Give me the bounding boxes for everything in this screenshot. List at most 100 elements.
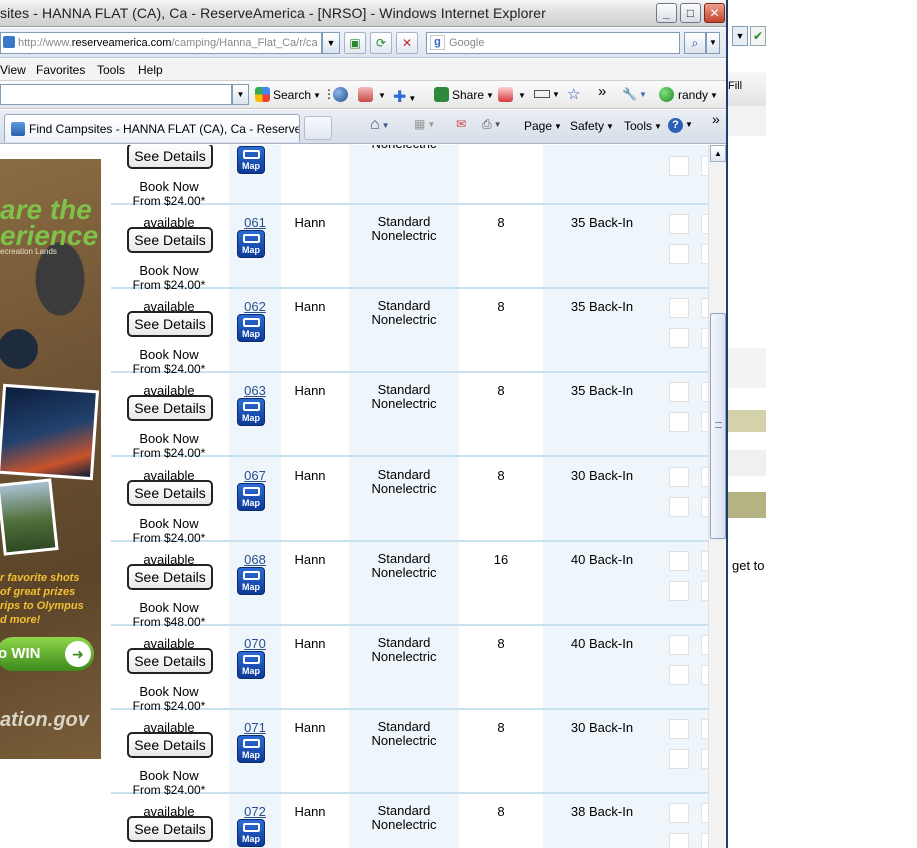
title-bar[interactable]: sites - HANNA FLAT (CA), Ca - ReserveAme… xyxy=(0,0,726,27)
see-details-button[interactable]: See Details xyxy=(127,648,213,674)
safety-menu[interactable]: Safety ▼ xyxy=(570,119,614,133)
site-number-link[interactable]: 071 xyxy=(229,720,281,735)
select-checkbox[interactable] xyxy=(669,328,689,348)
select-checkbox[interactable] xyxy=(669,719,689,739)
see-details-button[interactable]: See Details xyxy=(127,564,213,590)
select-checkbox-2[interactable] xyxy=(701,467,708,487)
select-checkbox[interactable] xyxy=(669,749,689,769)
menu-view[interactable]: View xyxy=(0,63,26,77)
select-checkbox-2[interactable] xyxy=(701,214,708,234)
select-checkbox-2[interactable] xyxy=(701,803,708,823)
map-button[interactable]: Map xyxy=(237,819,265,847)
map-button[interactable]: Map xyxy=(237,567,265,595)
compatibility-icon[interactable]: ▣ xyxy=(344,32,366,54)
see-details-button[interactable]: See Details xyxy=(127,395,213,421)
see-details-button[interactable]: See Details xyxy=(127,816,213,842)
search-dropdown-icon[interactable]: ▼ xyxy=(706,32,720,54)
select-checkbox[interactable] xyxy=(669,803,689,823)
book-now[interactable]: Book Now From $48.00* xyxy=(121,601,217,630)
feeds-icon[interactable]: ▦ ▼ xyxy=(414,117,435,131)
book-now[interactable]: Book Now From $24.00* xyxy=(121,432,217,461)
map-button[interactable]: Map xyxy=(237,651,265,679)
map-button[interactable]: Map xyxy=(237,314,265,342)
maximize-button[interactable]: □ xyxy=(680,3,701,23)
book-now[interactable]: Book Now From $24.00* xyxy=(121,685,217,714)
select-checkbox[interactable] xyxy=(669,581,689,601)
close-button[interactable]: ✕ xyxy=(704,3,725,23)
book-now[interactable]: Book Now From $24.00* xyxy=(121,517,217,546)
select-checkbox[interactable] xyxy=(669,551,689,571)
toolbar-search-button[interactable]: Search ▼ xyxy=(255,87,321,102)
stop-icon[interactable]: ✕ xyxy=(396,32,418,54)
select-checkbox-2[interactable] xyxy=(701,665,708,685)
select-checkbox-2[interactable] xyxy=(701,581,708,601)
site-number-link[interactable]: 061 xyxy=(229,215,281,230)
select-checkbox[interactable] xyxy=(669,298,689,318)
select-checkbox[interactable] xyxy=(669,635,689,655)
select-checkbox-2[interactable] xyxy=(701,749,708,769)
star-icon[interactable]: ☆ xyxy=(567,85,580,103)
map-button[interactable]: Map xyxy=(237,398,265,426)
book-now[interactable]: Book Now From $24.00* xyxy=(121,769,217,798)
select-checkbox[interactable] xyxy=(669,497,689,517)
wrench-icon[interactable]: 🔧 ▼ xyxy=(622,87,647,101)
select-checkbox-2[interactable] xyxy=(701,551,708,571)
toolbar-search-combo[interactable] xyxy=(0,84,232,105)
menu-favorites[interactable]: Favorites xyxy=(36,63,85,77)
address-dropdown-icon[interactable]: ▼ xyxy=(322,32,340,54)
toolbar-combo-dropdown-icon[interactable]: ▼ xyxy=(232,84,249,105)
refresh-icon[interactable]: ⟳ xyxy=(370,32,392,54)
search-go-icon[interactable]: ⌕ xyxy=(684,32,706,54)
site-number-link[interactable]: 067 xyxy=(229,468,281,483)
menu-help[interactable]: Help xyxy=(138,63,163,77)
read-mail-icon[interactable]: ✉ xyxy=(456,117,466,131)
select-checkbox[interactable] xyxy=(669,412,689,432)
toolbar-user-button[interactable]: randy ▼ xyxy=(659,87,718,102)
ad-win-button[interactable]: o WIN ➜ xyxy=(0,637,94,671)
select-checkbox-2[interactable] xyxy=(701,298,708,318)
home-icon[interactable]: ⌂ ▼ xyxy=(370,116,390,134)
popup-blocker-icon[interactable]: ▼ xyxy=(498,87,526,102)
map-button[interactable]: Map xyxy=(237,230,265,258)
tab-find-campsites[interactable]: Find Campsites - HANNA FLAT (CA), Ca - R… xyxy=(4,114,300,142)
map-button[interactable]: Map xyxy=(237,146,265,174)
select-checkbox-2[interactable] xyxy=(701,635,708,655)
see-details-button[interactable]: See Details xyxy=(127,311,213,337)
new-tab-button[interactable] xyxy=(304,116,332,140)
vertical-scrollbar[interactable]: ▲ xyxy=(708,145,726,848)
see-details-button[interactable]: See Details xyxy=(127,227,213,253)
toolbar-share-button[interactable]: Share ▼ xyxy=(434,87,494,102)
book-now[interactable]: Book Now From $24.00* xyxy=(121,348,217,377)
select-checkbox-2[interactable] xyxy=(701,833,708,848)
background-go-icon[interactable]: ✔ xyxy=(750,26,766,46)
map-button[interactable]: Map xyxy=(237,483,265,511)
background-combo-dropdown[interactable]: ▼ xyxy=(732,26,748,46)
site-number-link[interactable]: 070 xyxy=(229,636,281,651)
bookmark-icon[interactable]: ▼ xyxy=(358,87,386,102)
select-checkbox[interactable] xyxy=(669,833,689,848)
site-number-link[interactable]: 062 xyxy=(229,299,281,314)
globe-icon[interactable] xyxy=(333,87,351,102)
tools-menu[interactable]: Tools ▼ xyxy=(624,119,662,133)
select-checkbox-2[interactable] xyxy=(701,719,708,739)
search-input[interactable]: g Google xyxy=(426,32,680,54)
select-checkbox-2[interactable] xyxy=(701,382,708,402)
see-details-button[interactable]: See Details xyxy=(127,480,213,506)
scroll-up-icon[interactable]: ▲ xyxy=(710,145,726,162)
minimize-button[interactable]: _ xyxy=(656,3,677,23)
site-number-link[interactable]: 072 xyxy=(229,804,281,819)
help-icon[interactable]: ? ▼ xyxy=(668,117,693,133)
background-fill-menu[interactable]: Fill xyxy=(728,80,742,92)
add-icon[interactable]: ✚ ▼ xyxy=(393,87,416,107)
select-checkbox[interactable] xyxy=(669,214,689,234)
book-now[interactable]: Book Now From $24.00* xyxy=(121,180,217,209)
book-now[interactable]: Book Now From $24.00* xyxy=(121,264,217,293)
select-checkbox[interactable] xyxy=(669,382,689,402)
print-icon[interactable]: ⎙ ▼ xyxy=(482,117,502,132)
site-number-link[interactable]: 068 xyxy=(229,552,281,567)
address-input[interactable]: http://www.reserveamerica.com/camping/Ha… xyxy=(0,32,322,54)
select-checkbox[interactable] xyxy=(669,244,689,264)
page-menu[interactable]: Page ▼ xyxy=(524,119,562,133)
menu-tools[interactable]: Tools xyxy=(97,63,125,77)
form-fill-icon[interactable]: ▼ xyxy=(534,87,560,101)
